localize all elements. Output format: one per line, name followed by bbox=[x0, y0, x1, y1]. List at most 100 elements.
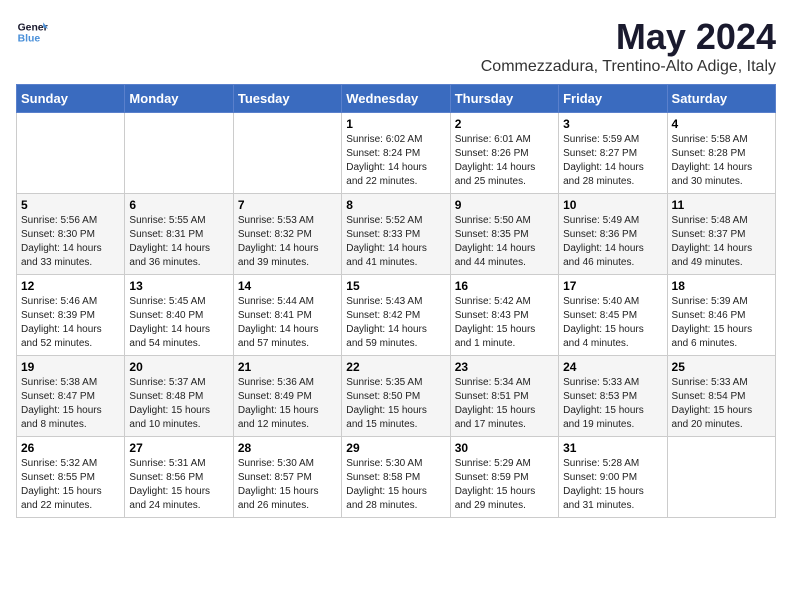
day-header-friday: Friday bbox=[559, 85, 667, 113]
day-number: 19 bbox=[21, 360, 120, 374]
calendar-cell: 3 Sunrise: 5:59 AM Sunset: 8:27 PM Daylig… bbox=[559, 113, 667, 194]
day-info: Sunrise: 5:33 AM Sunset: 8:54 PM Dayligh… bbox=[672, 376, 771, 432]
day-header-sunday: Sunday bbox=[17, 85, 125, 113]
week-row-2: 5 Sunrise: 5:56 AM Sunset: 8:30 PM Daylig… bbox=[17, 194, 776, 275]
calendar-cell: 19Sunrise: 5:38 AM Sunset: 8:47 PM Dayli… bbox=[17, 356, 125, 437]
day-header-tuesday: Tuesday bbox=[233, 85, 341, 113]
calendar-cell bbox=[233, 113, 341, 194]
calendar-cell: 12Sunrise: 5:46 AM Sunset: 8:39 PM Dayli… bbox=[17, 275, 125, 356]
week-row-4: 19Sunrise: 5:38 AM Sunset: 8:47 PM Dayli… bbox=[17, 356, 776, 437]
day-info: Sunrise: 5:53 AM Sunset: 8:32 PM Dayligh… bbox=[238, 214, 337, 270]
calendar-cell: 8 Sunrise: 5:52 AM Sunset: 8:33 PM Daylig… bbox=[342, 194, 450, 275]
week-row-3: 12Sunrise: 5:46 AM Sunset: 8:39 PM Dayli… bbox=[17, 275, 776, 356]
day-number: 26 bbox=[21, 441, 120, 455]
day-number: 2 bbox=[455, 117, 554, 131]
day-header-saturday: Saturday bbox=[667, 85, 775, 113]
day-info: Sunrise: 5:55 AM Sunset: 8:31 PM Dayligh… bbox=[129, 214, 228, 270]
day-info: Sunrise: 5:33 AM Sunset: 8:53 PM Dayligh… bbox=[563, 376, 662, 432]
day-number: 23 bbox=[455, 360, 554, 374]
day-info: Sunrise: 5:43 AM Sunset: 8:42 PM Dayligh… bbox=[346, 295, 445, 351]
calendar-cell: 16 Sunrise: 5:42 AM Sunset: 8:43 PM Dayli… bbox=[450, 275, 558, 356]
day-number: 11 bbox=[672, 198, 771, 212]
day-info: Sunrise: 5:36 AM Sunset: 8:49 PM Dayligh… bbox=[238, 376, 337, 432]
calendar-cell: 4 Sunrise: 5:58 AM Sunset: 8:28 PM Daylig… bbox=[667, 113, 775, 194]
day-info: Sunrise: 5:46 AM Sunset: 8:39 PM Dayligh… bbox=[21, 295, 120, 351]
calendar-cell: 2 Sunrise: 6:01 AM Sunset: 8:26 PM Daylig… bbox=[450, 113, 558, 194]
day-number: 25 bbox=[672, 360, 771, 374]
day-info: Sunrise: 5:42 AM Sunset: 8:43 PM Dayligh… bbox=[455, 295, 554, 351]
day-info: Sunrise: 5:30 AM Sunset: 8:57 PM Dayligh… bbox=[238, 457, 337, 513]
day-header-monday: Monday bbox=[125, 85, 233, 113]
day-number: 20 bbox=[129, 360, 228, 374]
day-number: 3 bbox=[563, 117, 662, 131]
day-info: Sunrise: 5:58 AM Sunset: 8:28 PM Dayligh… bbox=[672, 133, 771, 189]
day-number: 24 bbox=[563, 360, 662, 374]
day-number: 17 bbox=[563, 279, 662, 293]
calendar-cell: 23 Sunrise: 5:34 AM Sunset: 8:51 PM Dayli… bbox=[450, 356, 558, 437]
calendar-cell: 10 Sunrise: 5:49 AM Sunset: 8:36 PM Dayli… bbox=[559, 194, 667, 275]
day-info: Sunrise: 5:39 AM Sunset: 8:46 PM Dayligh… bbox=[672, 295, 771, 351]
day-info: Sunrise: 5:28 AM Sunset: 9:00 PM Dayligh… bbox=[563, 457, 662, 513]
day-number: 5 bbox=[21, 198, 120, 212]
day-info: Sunrise: 5:37 AM Sunset: 8:48 PM Dayligh… bbox=[129, 376, 228, 432]
day-info: Sunrise: 5:45 AM Sunset: 8:40 PM Dayligh… bbox=[129, 295, 228, 351]
day-number: 9 bbox=[455, 198, 554, 212]
day-info: Sunrise: 5:31 AM Sunset: 8:56 PM Dayligh… bbox=[129, 457, 228, 513]
calendar-cell: 24 Sunrise: 5:33 AM Sunset: 8:53 PM Dayli… bbox=[559, 356, 667, 437]
day-info: Sunrise: 5:52 AM Sunset: 8:33 PM Dayligh… bbox=[346, 214, 445, 270]
calendar-cell bbox=[17, 113, 125, 194]
day-info: Sunrise: 5:29 AM Sunset: 8:59 PM Dayligh… bbox=[455, 457, 554, 513]
calendar-cell: 21 Sunrise: 5:36 AM Sunset: 8:49 PM Dayli… bbox=[233, 356, 341, 437]
day-info: Sunrise: 5:48 AM Sunset: 8:37 PM Dayligh… bbox=[672, 214, 771, 270]
location-title: Commezzadura, Trentino-Alto Adige, Italy bbox=[481, 58, 776, 76]
calendar-cell: 29Sunrise: 5:30 AM Sunset: 8:58 PM Dayli… bbox=[342, 437, 450, 518]
day-info: Sunrise: 5:56 AM Sunset: 8:30 PM Dayligh… bbox=[21, 214, 120, 270]
calendar-cell: 17 Sunrise: 5:40 AM Sunset: 8:45 PM Dayli… bbox=[559, 275, 667, 356]
day-number: 1 bbox=[346, 117, 445, 131]
day-number: 31 bbox=[563, 441, 662, 455]
calendar-cell: 26Sunrise: 5:32 AM Sunset: 8:55 PM Dayli… bbox=[17, 437, 125, 518]
calendar-cell: 25 Sunrise: 5:33 AM Sunset: 8:54 PM Dayli… bbox=[667, 356, 775, 437]
calendar-cell: 27 Sunrise: 5:31 AM Sunset: 8:56 PM Dayli… bbox=[125, 437, 233, 518]
logo: General Blue bbox=[16, 16, 48, 48]
day-info: Sunrise: 5:35 AM Sunset: 8:50 PM Dayligh… bbox=[346, 376, 445, 432]
day-number: 21 bbox=[238, 360, 337, 374]
header: General Blue May 2024 Commezzadura, Tren… bbox=[16, 16, 776, 76]
day-number: 6 bbox=[129, 198, 228, 212]
calendar-cell: 13 Sunrise: 5:45 AM Sunset: 8:40 PM Dayli… bbox=[125, 275, 233, 356]
calendar: SundayMondayTuesdayWednesdayThursdayFrid… bbox=[16, 84, 776, 518]
day-number: 15 bbox=[346, 279, 445, 293]
day-number: 18 bbox=[672, 279, 771, 293]
day-info: Sunrise: 5:34 AM Sunset: 8:51 PM Dayligh… bbox=[455, 376, 554, 432]
week-row-1: 1Sunrise: 6:02 AM Sunset: 8:24 PM Daylig… bbox=[17, 113, 776, 194]
calendar-cell: 7 Sunrise: 5:53 AM Sunset: 8:32 PM Daylig… bbox=[233, 194, 341, 275]
calendar-cell: 28 Sunrise: 5:30 AM Sunset: 8:57 PM Dayli… bbox=[233, 437, 341, 518]
day-info: Sunrise: 5:59 AM Sunset: 8:27 PM Dayligh… bbox=[563, 133, 662, 189]
day-number: 28 bbox=[238, 441, 337, 455]
day-number: 10 bbox=[563, 198, 662, 212]
day-header-thursday: Thursday bbox=[450, 85, 558, 113]
calendar-cell: 1Sunrise: 6:02 AM Sunset: 8:24 PM Daylig… bbox=[342, 113, 450, 194]
day-header-wednesday: Wednesday bbox=[342, 85, 450, 113]
day-info: Sunrise: 6:01 AM Sunset: 8:26 PM Dayligh… bbox=[455, 133, 554, 189]
day-number: 27 bbox=[129, 441, 228, 455]
week-row-5: 26Sunrise: 5:32 AM Sunset: 8:55 PM Dayli… bbox=[17, 437, 776, 518]
calendar-cell: 18 Sunrise: 5:39 AM Sunset: 8:46 PM Dayli… bbox=[667, 275, 775, 356]
calendar-cell bbox=[667, 437, 775, 518]
calendar-cell: 5 Sunrise: 5:56 AM Sunset: 8:30 PM Daylig… bbox=[17, 194, 125, 275]
calendar-cell: 11 Sunrise: 5:48 AM Sunset: 8:37 PM Dayli… bbox=[667, 194, 775, 275]
day-info: Sunrise: 5:40 AM Sunset: 8:45 PM Dayligh… bbox=[563, 295, 662, 351]
calendar-cell: 22 Sunrise: 5:35 AM Sunset: 8:50 PM Dayli… bbox=[342, 356, 450, 437]
day-number: 30 bbox=[455, 441, 554, 455]
day-number: 8 bbox=[346, 198, 445, 212]
day-number: 13 bbox=[129, 279, 228, 293]
day-info: Sunrise: 5:49 AM Sunset: 8:36 PM Dayligh… bbox=[563, 214, 662, 270]
day-number: 22 bbox=[346, 360, 445, 374]
day-info: Sunrise: 5:30 AM Sunset: 8:58 PM Dayligh… bbox=[346, 457, 445, 513]
svg-text:Blue: Blue bbox=[18, 34, 41, 45]
day-number: 16 bbox=[455, 279, 554, 293]
day-number: 7 bbox=[238, 198, 337, 212]
day-number: 4 bbox=[672, 117, 771, 131]
day-number: 14 bbox=[238, 279, 337, 293]
logo-icon: General Blue bbox=[16, 16, 48, 48]
